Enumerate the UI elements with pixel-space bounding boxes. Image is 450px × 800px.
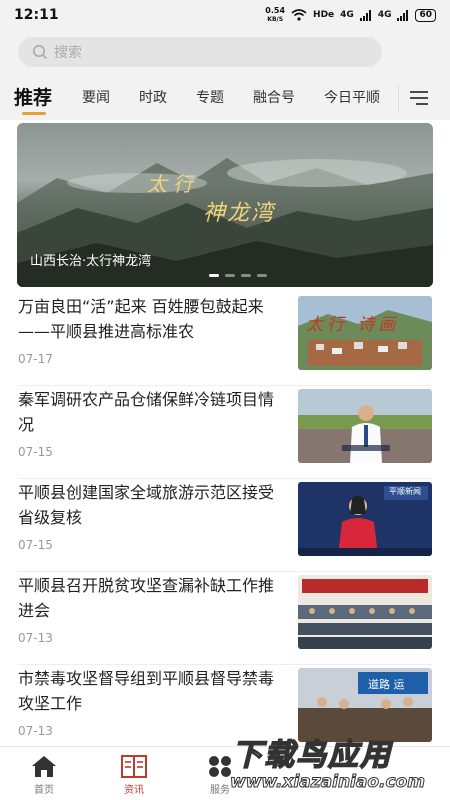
news-title: 平顺县创建国家全域旅游示范区接受省级复核 (18, 483, 275, 527)
tab-today-pingshun[interactable]: 今日平顺 (324, 87, 380, 107)
carousel-dot[interactable] (241, 274, 251, 277)
tab-topics[interactable]: 专题 (196, 87, 224, 107)
status-time: 12:11 (14, 7, 59, 23)
thumb-overlay-text: 道路 运 (368, 678, 405, 691)
thumb-overlay-text: 平顺新闻 (389, 487, 421, 496)
tab-recommend[interactable]: 推荐 (14, 83, 52, 110)
nav-news[interactable]: 资讯 (104, 747, 164, 800)
news-item[interactable]: 平顺县创建国家全域旅游示范区接受省级复核 07-15 平顺新闻 (18, 480, 432, 572)
nav-home-label: 首页 (34, 785, 54, 796)
active-tab-indicator (22, 112, 46, 115)
watermark: 下载鸟应用 www.xiazainiao.com (224, 730, 450, 800)
book-icon (121, 755, 147, 778)
wifi-icon (291, 9, 307, 21)
status-bar: 12:11 0.54 KB/S HDe 4G 4G 60 (0, 0, 450, 30)
search-icon (33, 45, 48, 60)
thumb-man-field (298, 389, 432, 463)
news-thumbnail (298, 389, 432, 463)
menu-icon (409, 91, 428, 105)
nav-home[interactable]: 首页 (14, 747, 74, 800)
nav-news-label: 资讯 (124, 785, 144, 796)
news-title: 平顺县召开脱贫攻坚查漏补缺工作推进会 (18, 576, 275, 620)
banner-caption: 山西长治·太行神龙湾 (30, 254, 152, 269)
header: 搜索 推荐 要闻 时政 专题 融合号 今日平顺 (0, 30, 450, 120)
news-title: 万亩良田“活”起来 百姓腰包鼓起来 ——平顺县推进高标准农 (18, 297, 264, 341)
net-speed-value: 0.54 (265, 6, 286, 15)
hd-indicator: HDe (313, 10, 335, 20)
carousel-dot[interactable] (225, 274, 235, 277)
tab-headlines[interactable]: 要闻 (82, 87, 110, 107)
news-date: 07-15 (18, 445, 53, 459)
banner-title-line2: 神龙湾 (203, 201, 276, 226)
carousel-dot[interactable] (257, 274, 267, 277)
news-item[interactable]: 平顺县召开脱贫攻坚查漏补缺工作推进会 07-13 (18, 573, 432, 665)
home-icon (32, 756, 56, 777)
signal-1-label: 4G (340, 10, 354, 20)
tab-politics[interactable]: 时政 (139, 87, 167, 107)
status-icons: 0.54 KB/S HDe 4G 4G 60 (265, 6, 436, 24)
thumb-overlay-text: 太行 诗画 (306, 315, 400, 335)
news-item[interactable]: 秦军调研农产品仓储保鲜冷链项目情况 07-15 (18, 387, 432, 479)
banner-title-line1: 太行 (147, 172, 199, 196)
signal-2-label: 4G (377, 10, 392, 20)
watermark-url: www.xiazainiao.com (230, 772, 426, 793)
news-title: 市禁毒攻坚督导组到平顺县督导禁毒攻坚工作 (18, 669, 275, 713)
news-item[interactable]: 万亩良田“活”起来 百姓腰包鼓起来 ——平顺县推进高标准农 07-17 太行 诗… (18, 294, 432, 386)
signal-icon (397, 9, 409, 21)
signal-icon (359, 9, 371, 21)
news-title: 秦军调研农产品仓储保鲜冷链项目情况 (18, 390, 275, 434)
watermark-title: 下载鸟应用 (231, 737, 392, 774)
banner-carousel[interactable]: 太行 神龙湾 山西长治·太行神龙湾 (17, 123, 433, 287)
carousel-indicator (209, 274, 267, 277)
news-thumbnail (298, 575, 432, 649)
news-date: 07-15 (18, 538, 53, 552)
thumb-meeting-hall (298, 575, 432, 649)
search-placeholder: 搜索 (54, 45, 82, 61)
battery-icon: 60 (415, 8, 436, 22)
news-thumbnail: 平顺新闻 (298, 482, 432, 556)
news-date: 07-13 (18, 724, 53, 738)
net-speed-unit: KB/S (267, 16, 284, 23)
news-date: 07-17 (18, 352, 53, 366)
tab-fusion[interactable]: 融合号 (253, 87, 295, 107)
search-input[interactable]: 搜索 (18, 37, 382, 67)
channel-tabs: 推荐 要闻 时政 专题 融合号 今日平顺 (0, 76, 450, 116)
news-date: 07-13 (18, 631, 53, 645)
carousel-dot[interactable] (209, 274, 219, 277)
news-thumbnail: 太行 诗画 (298, 296, 432, 370)
channel-menu-button[interactable] (398, 84, 438, 112)
net-speed: 0.54 KB/S (265, 6, 285, 24)
